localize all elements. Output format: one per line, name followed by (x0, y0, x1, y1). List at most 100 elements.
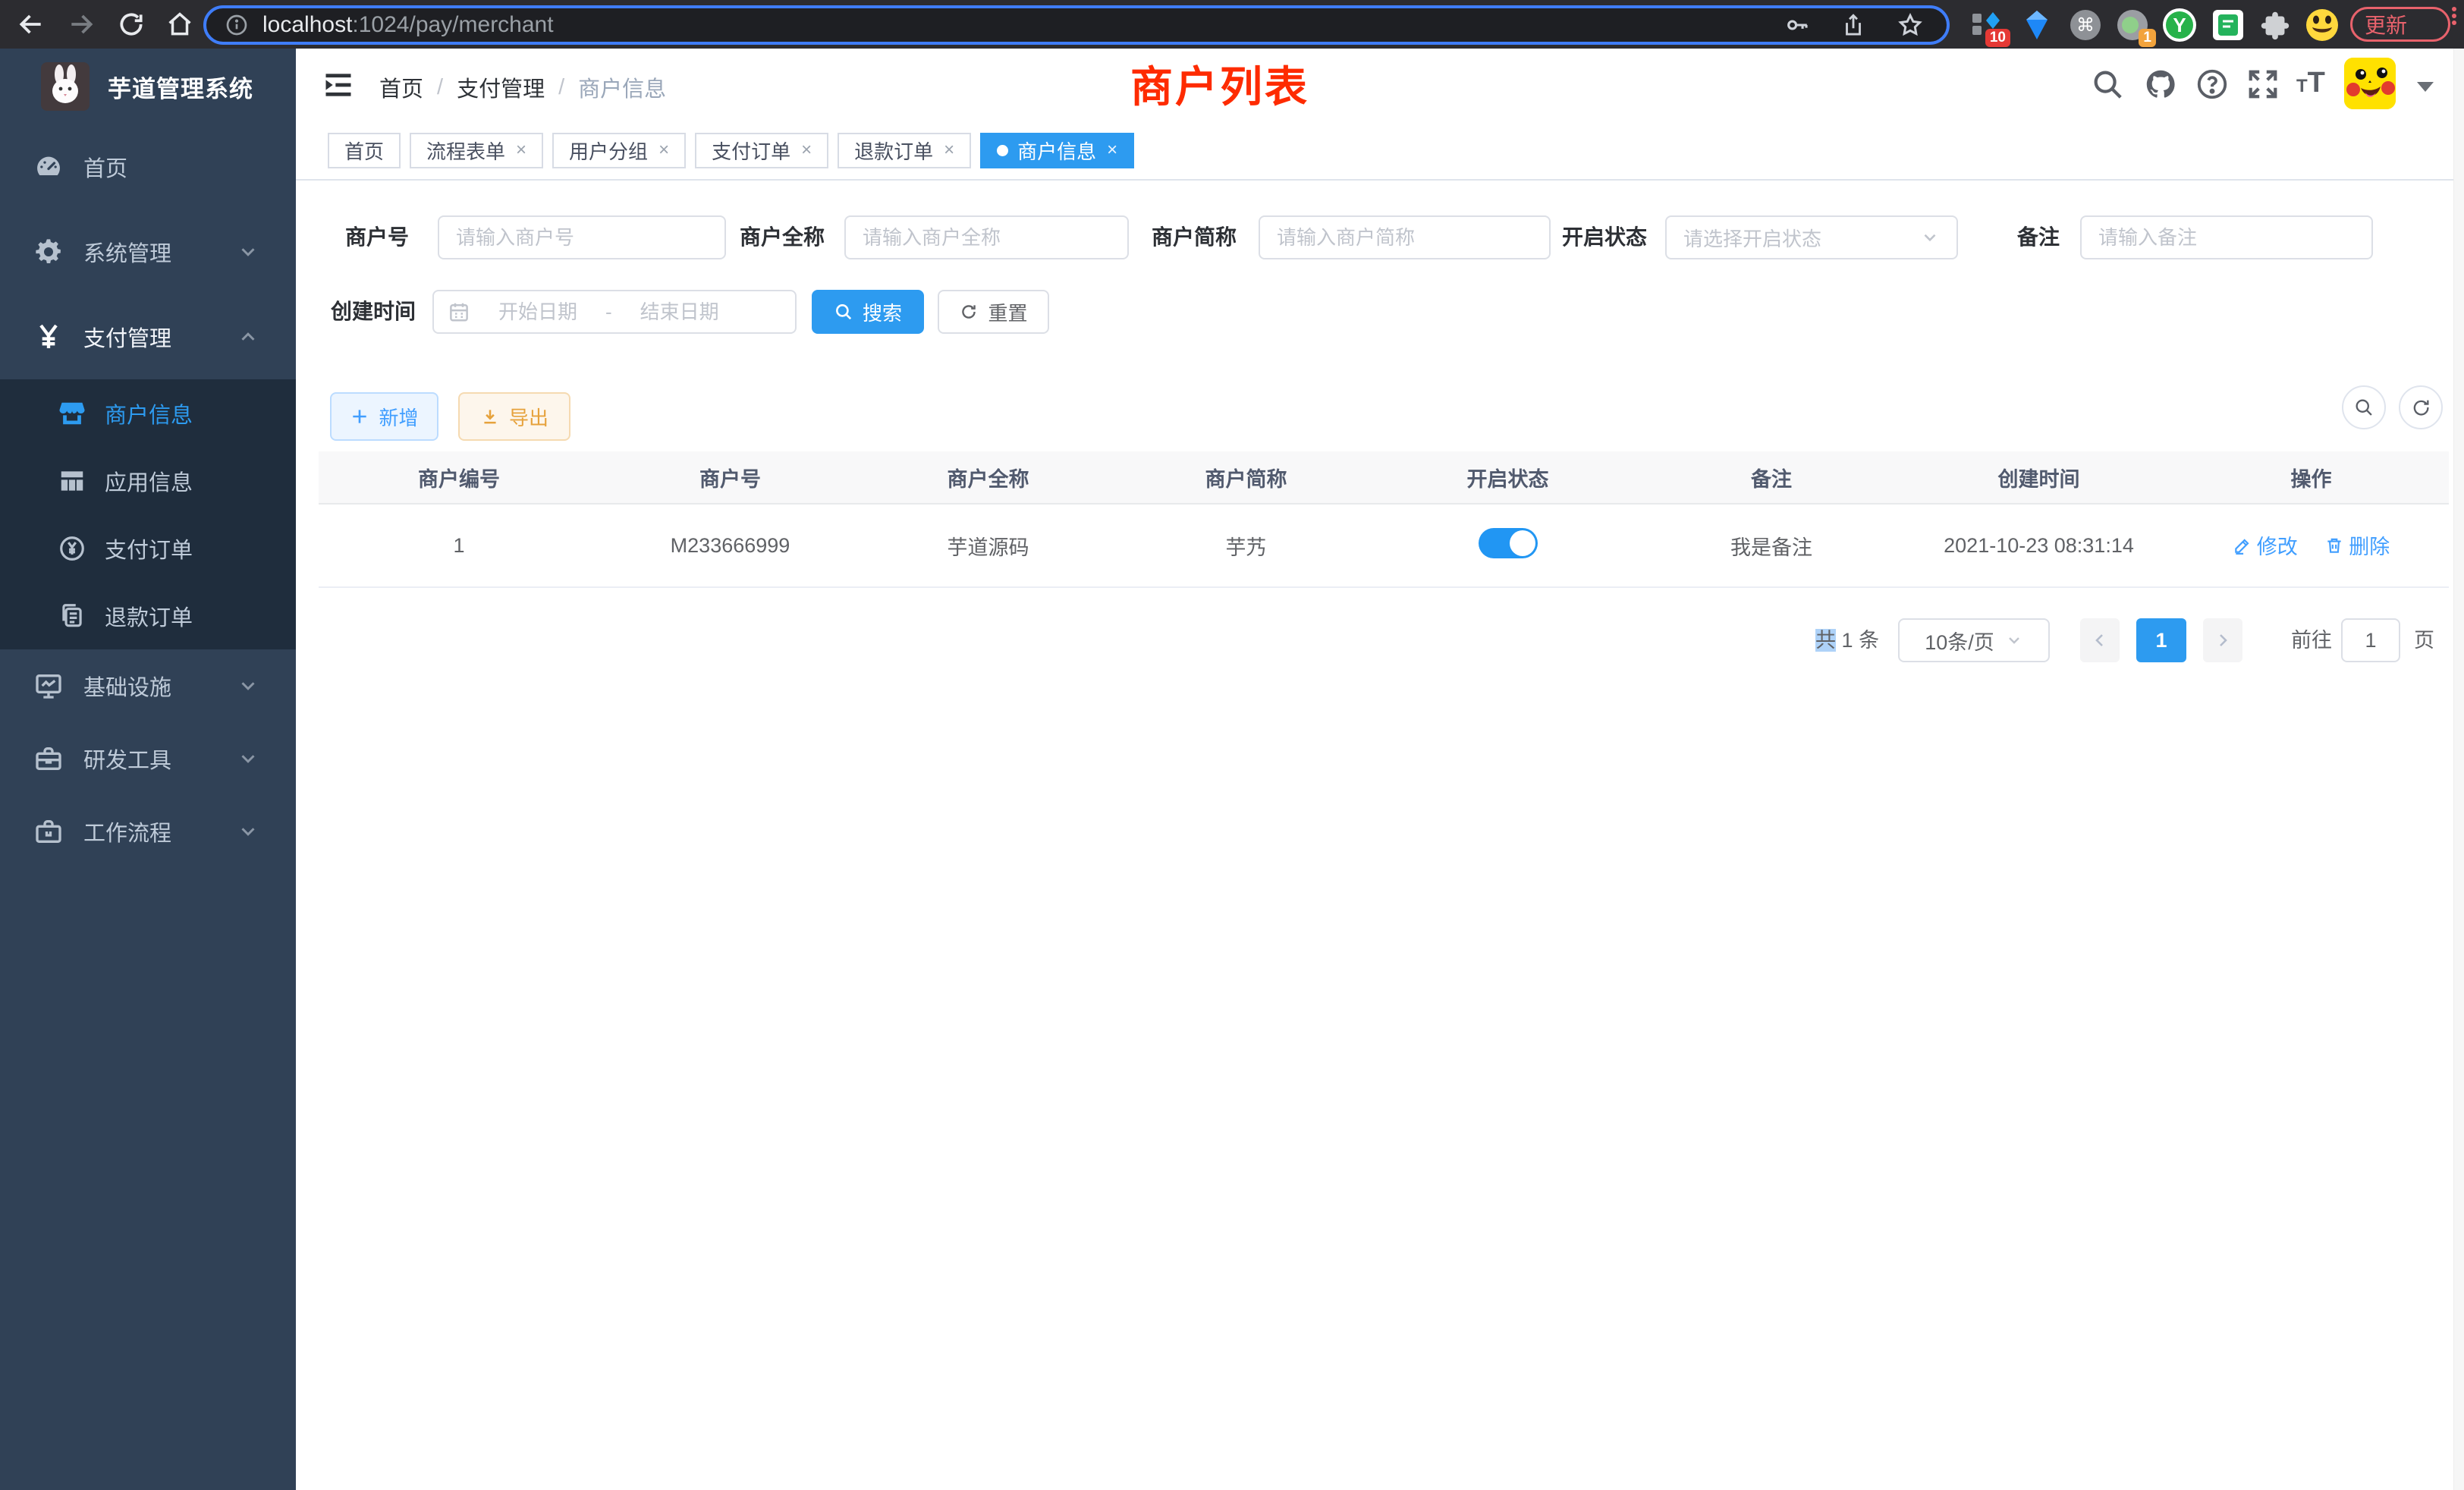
next-page-button[interactable] (2203, 618, 2242, 662)
toolbox-icon (33, 743, 64, 774)
remark-input[interactable] (2080, 215, 2373, 259)
breadcrumb-payment[interactable]: 支付管理 (457, 71, 545, 103)
github-icon[interactable] (2143, 67, 2178, 102)
scrollbar[interactable] (2453, 49, 2464, 1490)
extension-notes-icon[interactable] (2211, 8, 2246, 42)
close-icon[interactable]: × (944, 140, 954, 161)
bookmark-star-icon[interactable] (1897, 11, 1924, 39)
full-name-label: 商户全称 (740, 215, 825, 259)
extension-proxy-icon[interactable]: 1 (2115, 8, 2150, 42)
page-annotation: 商户列表 (1130, 53, 1309, 115)
sidebar-item-system[interactable]: 系统管理 (0, 209, 296, 294)
sidebar-submenu-payment: 商户信息 应用信息 支付订单 退款订单 (0, 379, 296, 649)
sidebar-item-label: 支付管理 (83, 321, 171, 353)
tab-pay-orders[interactable]: 支付订单× (695, 133, 828, 168)
page-number-1[interactable]: 1 (2136, 618, 2186, 662)
close-icon[interactable]: × (658, 140, 669, 161)
extension-gem-icon[interactable] (2019, 8, 2054, 42)
edit-link[interactable]: 修改 (2233, 530, 2298, 560)
status-select[interactable]: 请选择开启状态 (1665, 215, 1958, 259)
app-logo-row[interactable]: 芋道管理系统 (0, 49, 296, 124)
tab-process-form[interactable]: 流程表单× (410, 133, 543, 168)
create-time-label: 创建时间 (331, 290, 416, 334)
search-button[interactable]: 搜索 (812, 290, 924, 334)
site-info-icon[interactable] (225, 13, 249, 37)
monitor-icon (33, 671, 64, 701)
breadcrumb: 首页 / 支付管理 / 商户信息 (379, 71, 666, 103)
sidebar-item-dev-tools[interactable]: 研发工具 (0, 722, 296, 795)
help-icon[interactable] (2195, 67, 2230, 102)
col-actions: 操作 (2173, 463, 2449, 492)
avatar-caret-icon[interactable] (2417, 82, 2434, 92)
search-icon[interactable] (2090, 67, 2125, 102)
prev-page-button[interactable] (2080, 618, 2120, 662)
col-merchant-id: 商户编号 (319, 463, 599, 492)
sidebar-item-infrastructure[interactable]: 基础设施 (0, 649, 296, 722)
browser-menu-icon[interactable] (2452, 5, 2456, 27)
export-button[interactable]: 导出 (458, 392, 570, 441)
sidebar-item-home[interactable]: 首页 (0, 124, 296, 209)
tab-merchant-info[interactable]: 商户信息× (980, 133, 1134, 168)
sidebar-item-label: 支付订单 (105, 533, 193, 564)
goto-label: 前往 (2291, 618, 2332, 662)
fullscreen-icon[interactable] (2246, 67, 2280, 102)
refresh-table-button[interactable] (2399, 385, 2443, 429)
sidebar-item-payment[interactable]: 支付管理 (0, 294, 296, 379)
share-icon[interactable] (1840, 12, 1866, 38)
merchant-table: 商户编号 商户号 商户全称 商户简称 开启状态 备注 创建时间 操作 1 M23… (319, 451, 2449, 588)
sidebar-item-label: 应用信息 (105, 465, 193, 497)
browser-back-icon[interactable] (17, 10, 46, 39)
sidebar-fold-icon[interactable] (322, 68, 355, 102)
tab-home[interactable]: 首页 (328, 133, 401, 168)
store-icon (58, 399, 86, 428)
sidebar-item-label: 退款订单 (105, 600, 193, 632)
password-key-icon[interactable] (1784, 12, 1810, 38)
breadcrumb-current: 商户信息 (578, 71, 666, 103)
browser-update-button[interactable]: 更新 (2350, 7, 2450, 42)
merchant-no-input[interactable] (438, 215, 726, 259)
status-toggle[interactable] (1479, 528, 1538, 558)
tab-refund-orders[interactable]: 退款订单× (838, 133, 971, 168)
download-icon (480, 407, 500, 426)
browser-forward-icon[interactable] (67, 10, 96, 39)
goto-page-input[interactable] (2341, 618, 2400, 662)
sidebar-item-app-info[interactable]: 应用信息 (0, 447, 296, 514)
extension-puzzle-icon[interactable] (2258, 8, 2293, 42)
reset-button[interactable]: 重置 (938, 290, 1049, 334)
full-name-input[interactable] (844, 215, 1129, 259)
date-end-input[interactable] (623, 300, 737, 324)
extension-command-icon[interactable]: ⌘ (2068, 8, 2103, 42)
add-button[interactable]: 新增 (330, 392, 438, 441)
breadcrumb-home[interactable]: 首页 (379, 71, 423, 103)
url-bar[interactable]: localhost:1024/pay/merchant (203, 5, 1950, 45)
extension-emoji-icon[interactable] (2305, 8, 2340, 42)
refresh-icon (2410, 397, 2431, 418)
sidebar-item-refund-orders[interactable]: 退款订单 (0, 582, 296, 649)
col-merchant-no: 商户号 (599, 463, 861, 492)
show-search-button[interactable] (2342, 385, 2386, 429)
browser-home-icon[interactable] (165, 10, 194, 39)
close-icon[interactable]: × (1107, 140, 1117, 161)
create-time-range-picker[interactable]: - (432, 290, 797, 334)
browser-reload-icon[interactable] (117, 10, 146, 39)
short-name-input[interactable] (1259, 215, 1551, 259)
short-name-label: 商户简称 (1152, 215, 1237, 259)
delete-link[interactable]: 删除 (2324, 530, 2390, 560)
sidebar-item-label: 基础设施 (83, 670, 171, 702)
font-size-icon[interactable]: TT (2296, 67, 2331, 102)
extension-tasks-icon[interactable]: 10 (1969, 8, 2004, 42)
close-icon[interactable]: × (516, 140, 526, 161)
sidebar-item-merchant-info[interactable]: 商户信息 (0, 379, 296, 447)
page-size-select[interactable]: 10条/页 (1898, 618, 2050, 662)
date-start-input[interactable] (481, 300, 595, 324)
tab-user-group[interactable]: 用户分组× (552, 133, 686, 168)
edit-pencil-icon (2233, 536, 2252, 555)
dashboard-icon (33, 152, 64, 182)
remark-label: 备注 (2017, 215, 2060, 259)
sidebar-item-workflow[interactable]: 工作流程 (0, 795, 296, 868)
cell-remark: 我是备注 (1639, 531, 1904, 561)
extension-y-icon[interactable]: Y (2162, 8, 2197, 42)
close-icon[interactable]: × (801, 140, 812, 161)
user-avatar[interactable] (2344, 58, 2396, 109)
sidebar-item-pay-orders[interactable]: 支付订单 (0, 514, 296, 582)
